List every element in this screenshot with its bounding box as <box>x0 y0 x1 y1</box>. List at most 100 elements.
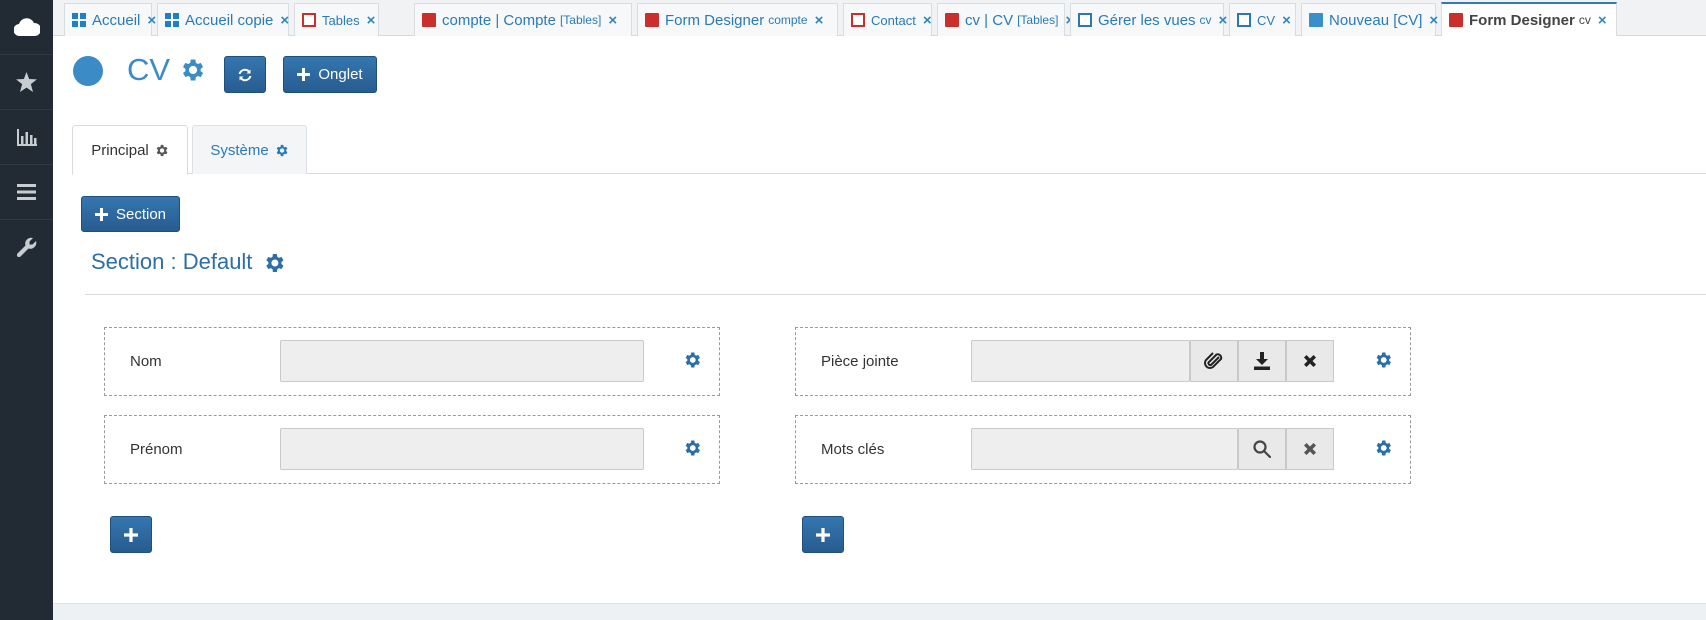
field-label: Nom <box>130 353 162 370</box>
tab-sublabel: cv <box>1199 13 1212 27</box>
tab-close-icon[interactable]: × <box>1219 12 1228 29</box>
favorites-button[interactable] <box>0 55 53 109</box>
field-nom[interactable]: Nom <box>104 327 720 396</box>
tab-form-designer-compte[interactable]: Form Designer compte × <box>637 3 838 36</box>
tab-gerer-les-vues[interactable]: Gérer les vues cv × <box>1070 3 1227 36</box>
tab-label: CV <box>1257 12 1276 28</box>
red-outline-square-icon <box>302 13 316 27</box>
tab-label: compte | Compte <box>442 11 556 29</box>
download-button[interactable] <box>1238 340 1286 382</box>
tab-cv-tables[interactable]: cv | CV [Tables] × <box>937 3 1074 36</box>
close-icon <box>1304 443 1316 455</box>
wrench-icon <box>16 237 36 257</box>
mots-cles-input[interactable] <box>971 428 1238 470</box>
red-square-icon <box>422 13 436 27</box>
tab-label: Accueil copie <box>185 11 274 29</box>
field-settings-gear-icon[interactable] <box>1373 438 1393 458</box>
plus-icon <box>297 68 311 81</box>
windows-grid-icon <box>165 13 179 27</box>
tab-accueil[interactable]: Accueil × <box>64 3 156 36</box>
cloud-icon <box>13 18 40 36</box>
tab-label: Accueil <box>92 11 141 29</box>
form-tab-principal[interactable]: Principal <box>72 125 188 175</box>
tab-sublabel: cv <box>1578 13 1591 27</box>
tab-tables[interactable]: Tables × <box>294 3 379 36</box>
search-icon <box>1253 440 1271 458</box>
field-label: Mots clés <box>821 441 885 458</box>
tab-close-icon[interactable]: × <box>1282 12 1291 29</box>
add-field-button-right[interactable] <box>802 516 844 553</box>
footer-band <box>53 603 1706 620</box>
search-button[interactable] <box>1238 428 1286 470</box>
tab-bar: Accueil × Accueil copie × Tables × compt… <box>53 0 1706 36</box>
piece-jointe-input[interactable] <box>971 340 1190 382</box>
add-section-button[interactable]: Section <box>81 196 180 232</box>
tab-close-icon[interactable]: × <box>923 12 932 29</box>
tab-sublabel: [Tables] <box>1017 13 1059 27</box>
attach-button[interactable] <box>1190 340 1238 382</box>
tab-close-icon[interactable]: × <box>367 12 376 29</box>
red-square-icon <box>645 13 659 27</box>
tab-close-icon[interactable]: × <box>1598 12 1607 29</box>
add-onglet-button[interactable]: Onglet <box>283 56 377 93</box>
field-mots-cles[interactable]: Mots clés <box>795 415 1411 484</box>
gear-icon[interactable] <box>274 143 289 158</box>
clear-button[interactable] <box>1286 428 1334 470</box>
download-icon <box>1254 352 1270 370</box>
plus-icon <box>816 527 830 542</box>
paperclip-icon <box>1204 352 1223 369</box>
sidebar <box>0 0 53 620</box>
blue-square-icon <box>1309 13 1323 27</box>
section-settings-gear-icon[interactable] <box>262 251 286 275</box>
tab-form-designer-cv[interactable]: Form Designer cv × <box>1441 2 1617 36</box>
menu-list-button[interactable] <box>0 165 53 219</box>
plus-icon <box>94 207 108 221</box>
cloud-logo-button[interactable] <box>0 0 53 54</box>
reports-button[interactable] <box>0 110 53 164</box>
blue-outline-square-icon <box>1237 13 1251 27</box>
section-divider <box>85 294 1706 295</box>
tab-compte[interactable]: compte | Compte [Tables] × <box>414 3 632 36</box>
field-label: Prénom <box>130 441 183 458</box>
add-onglet-label: Onglet <box>318 66 363 83</box>
tab-contact[interactable]: Contact × <box>843 3 932 36</box>
field-piece-jointe[interactable]: Pièce jointe <box>795 327 1411 396</box>
tab-sublabel: [Tables] <box>559 13 602 27</box>
refresh-icon <box>238 68 252 81</box>
tab-close-icon[interactable]: × <box>608 12 617 29</box>
field-settings-gear-icon[interactable] <box>682 438 702 458</box>
tab-accueil-copie[interactable]: Accueil copie × <box>157 3 289 36</box>
field-settings-gear-icon[interactable] <box>682 350 702 370</box>
form-tab-systeme[interactable]: Système <box>192 125 307 174</box>
gear-icon[interactable] <box>154 143 169 158</box>
tab-cv[interactable]: CV × <box>1229 3 1296 36</box>
red-square-icon <box>945 13 959 27</box>
tab-label: Tables <box>322 12 360 28</box>
nom-input[interactable] <box>280 340 644 382</box>
tab-close-icon[interactable]: × <box>147 12 156 29</box>
section-title: Section : Default <box>91 249 253 274</box>
tab-label: Form Designer <box>665 11 765 29</box>
remove-file-button[interactable] <box>1286 340 1334 382</box>
tab-close-icon[interactable]: × <box>280 12 289 29</box>
tab-label: Form Designer <box>1469 11 1575 29</box>
close-icon <box>1304 355 1316 367</box>
add-field-button-left[interactable] <box>110 516 152 553</box>
tab-nouveau-cv[interactable]: Nouveau [CV] × <box>1301 3 1438 36</box>
table-color-indicator <box>73 56 103 86</box>
title-settings-gear-icon[interactable] <box>178 56 206 84</box>
field-prenom[interactable]: Prénom <box>104 415 720 484</box>
field-label: Pièce jointe <box>821 353 899 370</box>
tab-label: Nouveau [CV] <box>1329 11 1423 29</box>
page-title: CV <box>127 52 171 87</box>
form-tab-label: Système <box>210 141 269 159</box>
blue-outline-square-icon <box>1078 13 1092 27</box>
refresh-button[interactable] <box>224 56 266 93</box>
prenom-input[interactable] <box>280 428 644 470</box>
field-settings-gear-icon[interactable] <box>1373 350 1393 370</box>
tools-button[interactable] <box>0 220 53 274</box>
tab-close-icon[interactable]: × <box>815 12 824 29</box>
list-icon <box>17 184 36 200</box>
tab-close-icon[interactable]: × <box>1429 12 1438 29</box>
red-outline-square-icon <box>851 13 865 27</box>
